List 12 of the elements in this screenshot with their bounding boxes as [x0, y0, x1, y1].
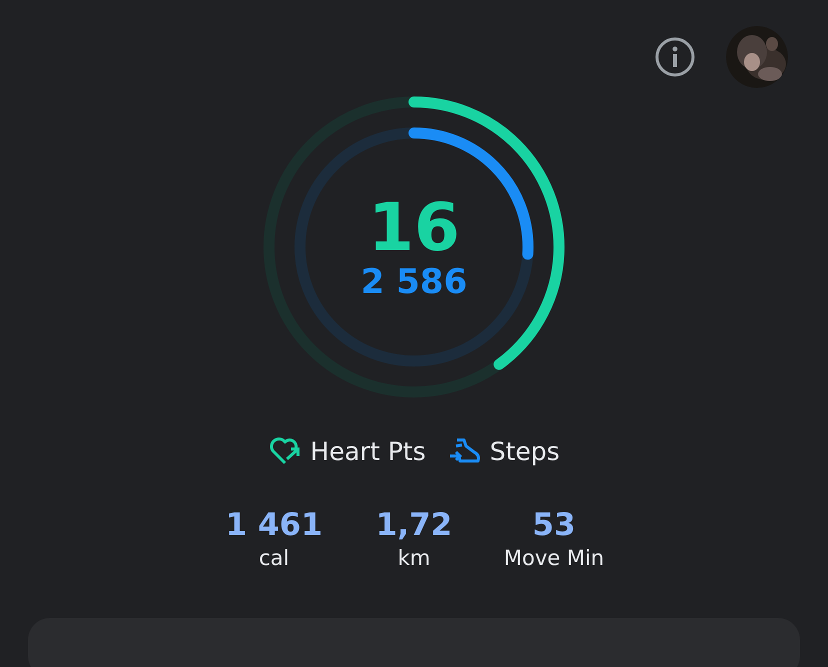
info-icon[interactable]	[654, 36, 696, 78]
stat-value: 1 461	[225, 506, 323, 544]
heart-icon	[268, 436, 302, 466]
stat-unit: Move Min	[504, 545, 604, 572]
heart-points-value: 16	[368, 193, 460, 263]
stat-unit: cal	[258, 545, 290, 572]
stat-value: 53	[532, 506, 576, 544]
legend-label: Steps	[490, 436, 560, 466]
stat-unit: km	[398, 545, 430, 572]
stat-value: 1,72	[376, 506, 452, 544]
legend-label: Heart Pts	[310, 436, 426, 466]
steps-value: 2 586	[360, 263, 468, 301]
